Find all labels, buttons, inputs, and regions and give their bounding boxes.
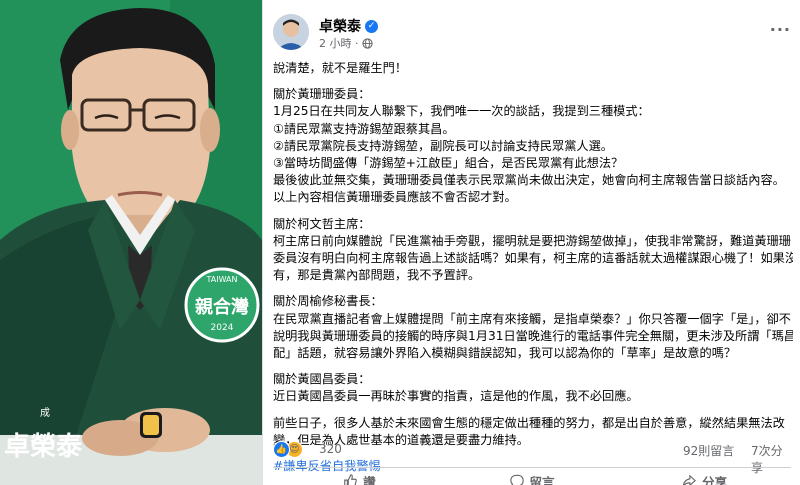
post-line: 以上內容相信黃珊珊委員應該不會否認才對。 xyxy=(273,190,517,205)
comment-icon xyxy=(509,474,524,485)
thumbs-up-icon xyxy=(344,474,357,485)
post-line: 前些日子，很多人基於未來國會生態的穩定做出種種的努力，都是出自於善意，縱然結果無… xyxy=(273,415,785,430)
badge-top-text: TAIWAN xyxy=(205,275,237,284)
author-name-text[interactable]: 卓榮泰 xyxy=(319,16,361,36)
divider xyxy=(273,467,791,468)
post-line: 關於黃珊珊委員： xyxy=(273,87,371,102)
photo-illustration: TAIWAN 親合灣 2024 卓榮泰 成 xyxy=(0,0,262,485)
post-line: ②請民眾黨院長支持游錫堃，副院長可以討論支持民眾黨人選。 xyxy=(273,138,613,153)
post-line: 近日黃國昌委員一再昧於事實的指責，這是他的作風，我不必回應。 xyxy=(273,389,639,404)
like-button-label: 讚 xyxy=(363,474,376,485)
share-button-label: 分享 xyxy=(702,474,728,485)
post-line: 1月25日在共同友人聯繫下，我們唯一一次的談話，我提到三種模式： xyxy=(273,104,650,119)
comment-button-label: 留言 xyxy=(529,474,555,485)
reaction-icons[interactable]: 👍 😍 xyxy=(273,441,303,458)
post-line: 配」話題，就容易讓外界陷入模糊與錯誤認知，我可以認為你的「草率」是故意的嗎？ xyxy=(273,346,737,361)
post-body: 說清楚，就不是羅生門！ 關於黃珊珊委員： 1月25日在共同友人聯繫下，我們唯一一… xyxy=(273,60,793,475)
comment-button[interactable]: 留言 xyxy=(446,471,619,485)
like-reaction-icon: 👍 xyxy=(273,441,290,458)
reaction-count[interactable]: 320 xyxy=(319,442,342,456)
jacket-small-text: 成 xyxy=(40,407,50,419)
avatar[interactable] xyxy=(273,14,309,50)
post-line: ③當時坊間盛傳「游錫堃+江啟臣」組合，是否民眾黨有此想法？ xyxy=(273,156,624,171)
post-meta: 2 小時 · xyxy=(319,35,373,51)
comment-count[interactable]: 92則留言 xyxy=(683,442,734,459)
reactions-bar: 👍 😍 320 92則留言 7次分享 xyxy=(273,441,791,475)
like-button[interactable]: 讚 xyxy=(273,471,446,485)
share-icon xyxy=(683,474,697,485)
post-line: 關於柯文哲主席： xyxy=(273,216,371,231)
author-name[interactable]: 卓榮泰 ✓ xyxy=(319,16,378,36)
post-line: 關於黃國昌委員： xyxy=(273,372,371,387)
globe-icon xyxy=(361,37,373,49)
post-line: 委員沒有明白向柯主席報告過上述談話嗎？如果有，柯主席的這番話就太過權謀跟心機了！… xyxy=(273,251,793,266)
jacket-name: 卓榮泰 xyxy=(4,432,83,462)
post-actions: 讚 留言 分享 xyxy=(273,471,791,485)
post-line: 說明我與黃珊珊委員的接觸的時序與1月31日當晚進行的電話事件完全無關，更未涉及所… xyxy=(273,328,793,343)
post-line: 在民眾黨直播記者會上媒體提問「前主席有來接觸，是指卓榮泰？」你只答覆一個字「是」… xyxy=(273,311,791,326)
post-line: 最後彼此並無交集，黃珊珊委員僅表示民眾黨尚未做出決定，她會向柯主席報告當日談話內… xyxy=(273,173,785,188)
post-line: 有，那是貴黨內部問題，我不予置評。 xyxy=(273,268,481,283)
share-button[interactable]: 分享 xyxy=(618,471,791,485)
badge-year: 2024 xyxy=(211,323,234,333)
post-line: 說清楚，就不是羅生門！ xyxy=(273,61,408,75)
post-line: 柯主席日前向媒體說「民進黨袖手旁觀，擺明就是要把游錫堃做掉」，使我非常驚訝，難道… xyxy=(273,233,791,248)
post-time[interactable]: 2 小時 · xyxy=(319,35,359,51)
facebook-post: 卓榮泰 ✓ 2 小時 · ··· 說清楚，就不是羅生門！ 關於黃珊珊委員： 1月… xyxy=(262,0,800,485)
post-line: ①請民眾黨支持游錫堃跟蔡其昌。 xyxy=(273,121,455,136)
post-header: 卓榮泰 ✓ 2 小時 · ··· xyxy=(273,14,791,56)
verified-badge-icon: ✓ xyxy=(365,19,378,33)
post-line: 關於周榆修秘書長： xyxy=(273,294,383,309)
more-options-icon[interactable]: ··· xyxy=(770,20,791,39)
post-photo[interactable]: TAIWAN 親合灣 2024 卓榮泰 成 xyxy=(0,0,262,485)
avatar-image xyxy=(273,14,309,50)
badge-text: 親合灣 xyxy=(195,296,249,318)
